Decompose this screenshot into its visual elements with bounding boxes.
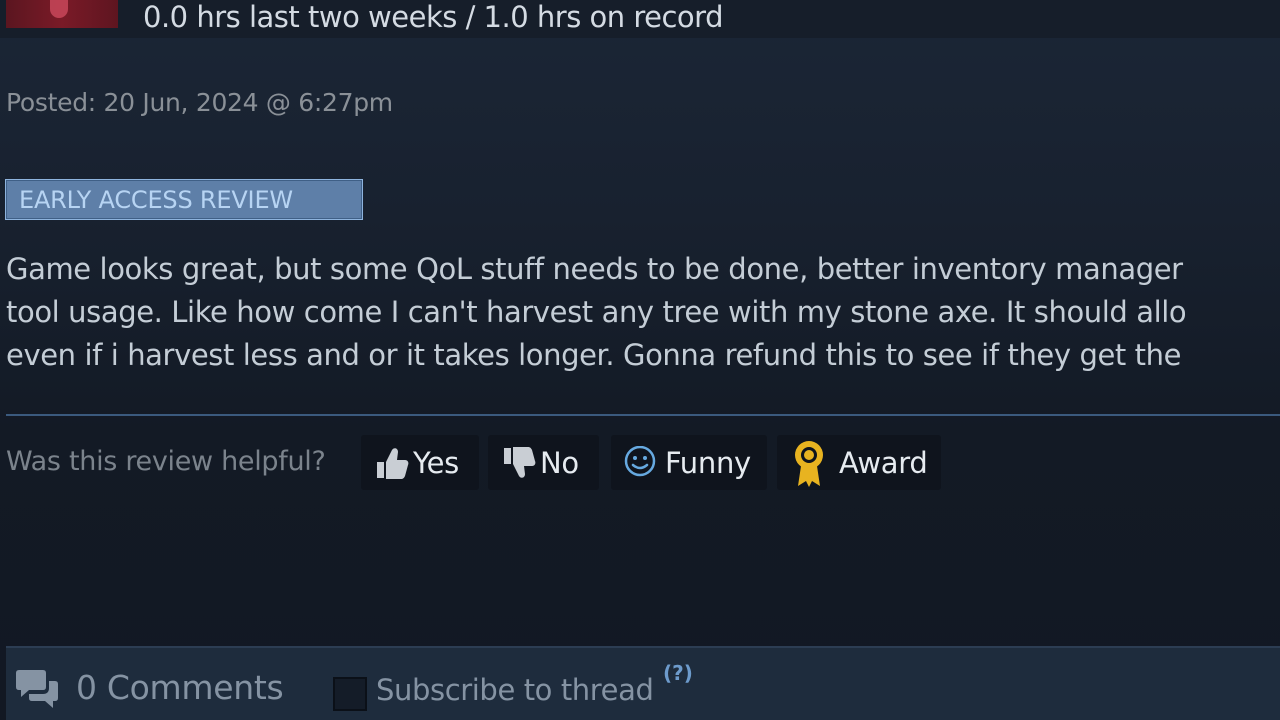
comments-count[interactable]: 0 Comments	[76, 668, 284, 707]
vote-no-label: No	[540, 445, 579, 480]
vote-funny-label: Funny	[665, 445, 751, 480]
subscribe-label[interactable]: Subscribe to thread	[376, 673, 654, 707]
thumbs-up-icon	[373, 445, 411, 481]
vote-yes-button[interactable]: Yes	[361, 435, 479, 490]
review-page: 0.0 hrs last two weeks / 1.0 hrs on reco…	[0, 0, 1280, 720]
award-label: Award	[839, 445, 928, 480]
early-access-badge: EARLY ACCESS REVIEW	[5, 179, 363, 220]
posted-date: Posted: 20 Jun, 2024 @ 6:27pm	[6, 88, 393, 117]
playtime-hours: 0.0 hrs last two weeks / 1.0 hrs on reco…	[143, 0, 724, 34]
award-ribbon-icon	[789, 438, 829, 488]
game-capsule-image[interactable]	[6, 0, 118, 28]
subscribe-checkbox[interactable]	[333, 677, 367, 711]
smiley-icon	[623, 445, 657, 480]
review-text-line: even if i harvest less and or it takes l…	[6, 338, 1182, 372]
vote-yes-label: Yes	[413, 445, 459, 480]
vote-no-button[interactable]: No	[488, 435, 599, 490]
review-text-line: Game looks great, but some QoL stuff nee…	[6, 252, 1183, 286]
subscribe-help-link[interactable]: (?)	[663, 661, 693, 685]
review-divider	[6, 414, 1280, 416]
review-body: Game looks great, but some QoL stuff nee…	[6, 248, 1280, 377]
review-text-line: tool usage. Like how come I can't harves…	[6, 295, 1187, 329]
speech-bubbles-icon[interactable]	[14, 669, 60, 717]
helpful-prompt: Was this review helpful?	[6, 446, 326, 477]
thumbs-down-icon	[500, 445, 538, 481]
award-button[interactable]: Award	[777, 435, 941, 490]
vote-funny-button[interactable]: Funny	[611, 435, 767, 490]
